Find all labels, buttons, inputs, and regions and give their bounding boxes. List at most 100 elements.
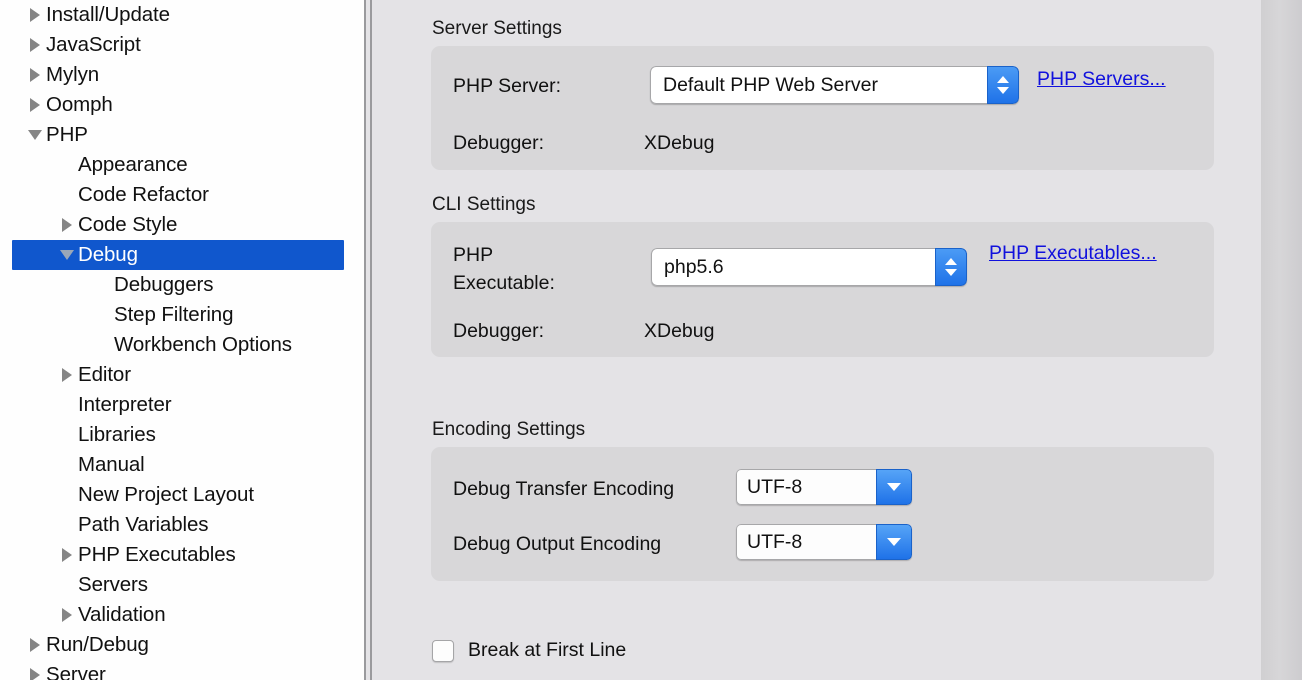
chevron-up-icon xyxy=(945,258,957,265)
encoding-settings-groupbox xyxy=(431,447,1214,581)
tree-item-new-project-layout[interactable]: New Project Layout xyxy=(0,480,364,510)
encoding-settings-title: Encoding Settings xyxy=(432,419,586,440)
chevron-down-icon xyxy=(945,269,957,276)
tree-item-label: New Project Layout xyxy=(78,483,254,506)
tree-item-label: JavaScript xyxy=(46,33,141,56)
php-executable-combobox-value[interactable]: php5.6 xyxy=(651,248,935,286)
chevron-right-icon xyxy=(62,218,72,232)
tree-item-label: Code Style xyxy=(78,213,178,236)
php-server-label: PHP Server: xyxy=(453,75,562,97)
php-executable-label-line1: PHP xyxy=(453,244,494,266)
debug-output-encoding-label: Debug Output Encoding xyxy=(453,533,662,555)
tree-item-step-filtering[interactable]: Step Filtering xyxy=(0,300,364,330)
php-server-combobox[interactable]: Default PHP Web Server xyxy=(650,66,1019,104)
chevron-down-icon xyxy=(60,250,74,260)
tree-item-label: PHP Executables xyxy=(78,543,236,566)
chevron-right-icon xyxy=(62,548,72,562)
php-server-combobox-value[interactable]: Default PHP Web Server xyxy=(650,66,987,104)
tree-item-editor[interactable]: Editor xyxy=(0,360,364,390)
tree-item-label: Oomph xyxy=(46,93,113,116)
tree-item-run-debug[interactable]: Run/Debug xyxy=(0,630,364,660)
debug-transfer-encoding-select[interactable]: UTF-8 xyxy=(736,469,912,505)
server-debugger-value: XDebug xyxy=(644,132,715,154)
tree-item-javascript[interactable]: JavaScript xyxy=(0,30,364,60)
chevron-right-icon[interactable] xyxy=(56,548,78,562)
tree-item-code-refactor[interactable]: Code Refactor xyxy=(0,180,364,210)
tree-item-interpreter[interactable]: Interpreter xyxy=(0,390,364,420)
tree-item-workbench-options[interactable]: Workbench Options xyxy=(0,330,364,360)
tree-item-label: Debuggers xyxy=(114,273,214,296)
stepper-updown-icon[interactable] xyxy=(987,66,1019,104)
tree-item-install-update[interactable]: Install/Update xyxy=(0,0,364,30)
server-settings-groupbox xyxy=(431,46,1214,170)
chevron-down-icon[interactable] xyxy=(56,250,78,260)
tree-item-label: Validation xyxy=(78,603,166,626)
debug-transfer-encoding-label: Debug Transfer Encoding xyxy=(453,478,675,500)
chevron-down-icon xyxy=(28,130,42,140)
tree-item-libraries[interactable]: Libraries xyxy=(0,420,364,450)
chevron-down-icon[interactable] xyxy=(876,469,912,505)
chevron-right-icon xyxy=(30,98,40,112)
tree-item-label: Libraries xyxy=(78,423,156,446)
chevron-down-icon[interactable] xyxy=(24,130,46,140)
tree-item-label: PHP xyxy=(46,123,88,146)
tree-item-path-variables[interactable]: Path Variables xyxy=(0,510,364,540)
break-at-first-line-label: Break at First Line xyxy=(468,639,627,661)
tree-item-label: Servers xyxy=(78,573,148,596)
break-at-first-line-row[interactable]: Break at First Line xyxy=(432,639,626,662)
chevron-up-icon xyxy=(997,76,1009,83)
tree-item-label: Manual xyxy=(78,453,145,476)
break-at-first-line-checkbox[interactable] xyxy=(432,639,454,662)
chevron-right-icon xyxy=(30,68,40,82)
chevron-right-icon xyxy=(30,638,40,652)
php-executable-combobox[interactable]: php5.6 xyxy=(651,248,967,286)
cli-debugger-label: Debugger: xyxy=(453,320,545,342)
tree-item-label: Server xyxy=(46,663,106,680)
chevron-right-icon[interactable] xyxy=(24,638,46,652)
chevron-right-icon[interactable] xyxy=(24,98,46,112)
tree-item-code-style[interactable]: Code Style xyxy=(0,210,364,240)
tree-item-php[interactable]: PHP xyxy=(0,120,364,150)
tree-item-validation[interactable]: Validation xyxy=(0,600,364,630)
php-servers-link[interactable]: PHP Servers... xyxy=(1037,68,1166,91)
chevron-down-icon xyxy=(997,87,1009,94)
tree-item-label: Interpreter xyxy=(78,393,172,416)
chevron-right-icon[interactable] xyxy=(56,368,78,382)
tree-item-mylyn[interactable]: Mylyn xyxy=(0,60,364,90)
chevron-right-icon[interactable] xyxy=(24,668,46,680)
tree-item-appearance[interactable]: Appearance xyxy=(0,150,364,180)
php-executables-link[interactable]: PHP Executables... xyxy=(989,242,1157,265)
debug-transfer-encoding-value[interactable]: UTF-8 xyxy=(736,469,876,505)
tree-item-label: Mylyn xyxy=(46,63,100,86)
chevron-right-icon[interactable] xyxy=(56,218,78,232)
server-debugger-label: Debugger: xyxy=(453,132,545,154)
php-executable-label-line2: Executable: xyxy=(453,272,555,294)
tree-item-label: Workbench Options xyxy=(114,333,292,356)
chevron-right-icon[interactable] xyxy=(24,38,46,52)
tree-item-server[interactable]: Server xyxy=(0,660,364,680)
tree-item-label: Editor xyxy=(78,363,131,386)
tree-item-label: Run/Debug xyxy=(46,633,149,656)
preferences-tree[interactable]: Install/Update JavaScript Mylyn Oomph PHP App… xyxy=(0,0,364,680)
chevron-right-icon[interactable] xyxy=(24,8,46,22)
tree-item-manual[interactable]: Manual xyxy=(0,450,364,480)
chevron-down-icon[interactable] xyxy=(876,524,912,560)
chevron-right-icon xyxy=(62,608,72,622)
tree-item-php-executables[interactable]: PHP Executables xyxy=(0,540,364,570)
cli-debugger-value: XDebug xyxy=(644,320,715,342)
chevron-right-icon[interactable] xyxy=(24,68,46,82)
tree-item-label: Step Filtering xyxy=(114,303,234,326)
chevron-right-icon[interactable] xyxy=(56,608,78,622)
tree-item-servers[interactable]: Servers xyxy=(0,570,364,600)
tree-item-debuggers[interactable]: Debuggers xyxy=(0,270,364,300)
tree-item-label: Debug xyxy=(78,243,138,266)
tree-item-debug[interactable]: Debug xyxy=(12,240,344,270)
debug-output-encoding-value[interactable]: UTF-8 xyxy=(736,524,876,560)
adjacent-window-strip[interactable] xyxy=(1261,0,1302,680)
cli-settings-title: CLI Settings xyxy=(432,194,536,215)
tree-item-label: Appearance xyxy=(78,153,188,176)
stepper-updown-icon[interactable] xyxy=(935,248,967,286)
tree-item-oomph[interactable]: Oomph xyxy=(0,90,364,120)
debug-output-encoding-select[interactable]: UTF-8 xyxy=(736,524,912,560)
chevron-right-icon xyxy=(30,8,40,22)
